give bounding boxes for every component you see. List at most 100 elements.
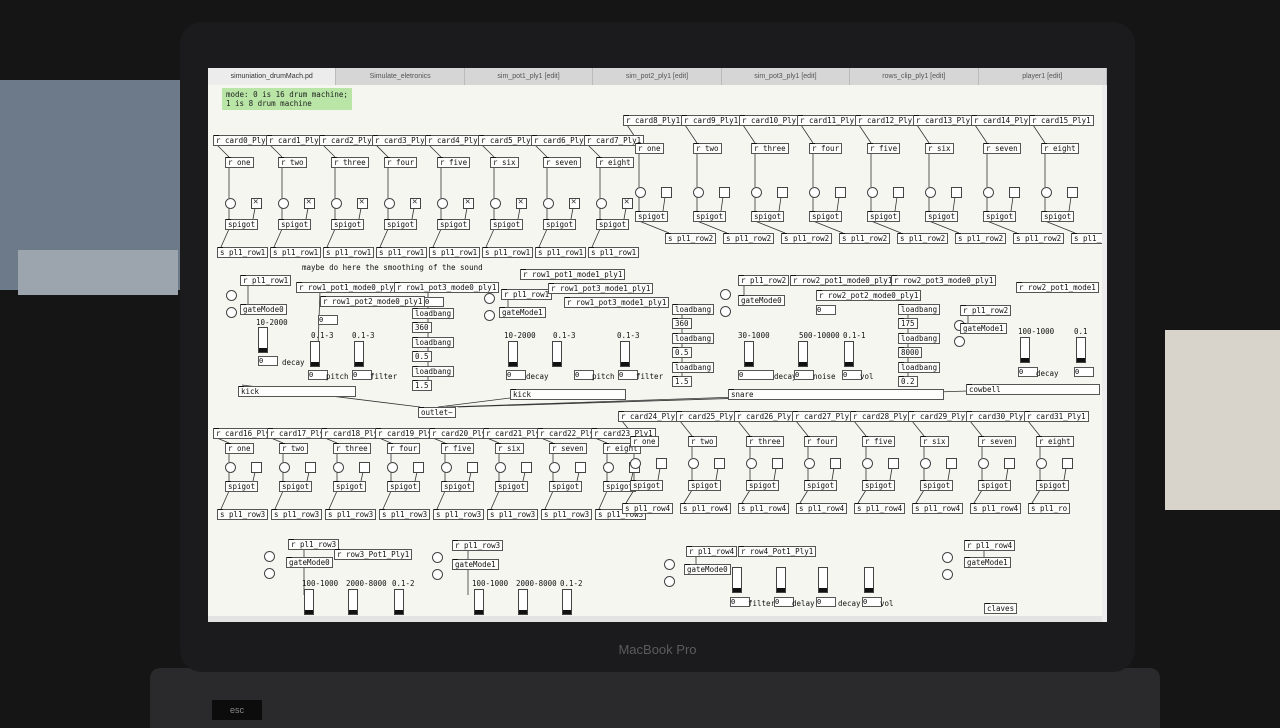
card-receive[interactable]: r card12_Ply1 bbox=[855, 115, 920, 126]
card-receive[interactable]: r card30_Ply1 bbox=[966, 411, 1031, 422]
toggle[interactable] bbox=[661, 187, 672, 198]
step-receive[interactable]: r six bbox=[495, 443, 524, 454]
spigot-object[interactable]: spigot bbox=[549, 481, 583, 492]
slider[interactable] bbox=[394, 589, 404, 615]
bang[interactable] bbox=[432, 552, 443, 563]
send-object[interactable]: s pl1_row1 bbox=[429, 247, 481, 258]
send-object[interactable]: s pl1_row2 bbox=[839, 233, 891, 244]
number-box[interactable]: 0 bbox=[424, 297, 444, 307]
send-object[interactable]: s pl1_row2 bbox=[1013, 233, 1065, 244]
spigot-object[interactable]: spigot bbox=[983, 211, 1017, 222]
step-receive[interactable]: r six bbox=[925, 143, 954, 154]
bang[interactable] bbox=[596, 198, 607, 209]
message-box[interactable]: 8000 bbox=[898, 347, 923, 358]
send-object[interactable]: s pl1_row1 bbox=[588, 247, 640, 258]
spigot-object[interactable]: spigot bbox=[225, 219, 259, 230]
bang[interactable] bbox=[279, 462, 290, 473]
cowbell-object[interactable]: cowbell bbox=[966, 384, 1100, 395]
spigot-object[interactable]: spigot bbox=[746, 480, 780, 491]
gate-mode[interactable]: gateMode0 bbox=[684, 564, 731, 575]
toggle[interactable] bbox=[946, 458, 957, 469]
delay-slider[interactable] bbox=[776, 567, 786, 593]
step-receive[interactable]: r three bbox=[333, 443, 371, 454]
toggle[interactable] bbox=[467, 462, 478, 473]
step-receive[interactable]: r two bbox=[279, 443, 308, 454]
send-object[interactable]: s pl1_row3 bbox=[325, 509, 377, 520]
number-box[interactable]: 0 bbox=[794, 370, 814, 380]
send-object[interactable]: s pl1_row3 bbox=[217, 509, 269, 520]
send-object[interactable]: s pl1_ro bbox=[1028, 503, 1071, 514]
card-receive[interactable]: r card25_Ply1 bbox=[676, 411, 741, 422]
slider[interactable] bbox=[562, 589, 572, 615]
number-box[interactable]: 0 bbox=[574, 370, 594, 380]
decay-slider[interactable] bbox=[258, 327, 268, 353]
bang[interactable] bbox=[225, 462, 236, 473]
step-receive[interactable]: r five bbox=[437, 157, 471, 168]
step-receive[interactable]: r one bbox=[630, 436, 659, 447]
receive-row2[interactable]: r pl1_row2 bbox=[960, 305, 1012, 316]
bang[interactable] bbox=[226, 307, 237, 318]
gate-mode[interactable]: gateMode1 bbox=[960, 323, 1007, 334]
bang[interactable] bbox=[226, 290, 237, 301]
outlet-object[interactable]: outlet~ bbox=[418, 407, 456, 418]
spigot-object[interactable]: spigot bbox=[804, 480, 838, 491]
step-receive[interactable]: r two bbox=[693, 143, 722, 154]
step-receive[interactable]: r five bbox=[441, 443, 475, 454]
pot3-receive[interactable]: r row1_pot3_mode0_ply1 bbox=[394, 282, 500, 293]
number-box[interactable]: 0 bbox=[618, 370, 638, 380]
bang[interactable] bbox=[942, 552, 953, 563]
tab-simulate-electronics[interactable]: Simulate_eletronics bbox=[336, 68, 465, 85]
card-receive[interactable]: r card8_Ply1 bbox=[623, 115, 684, 126]
step-receive[interactable]: r four bbox=[809, 143, 843, 154]
spigot-object[interactable]: spigot bbox=[384, 219, 418, 230]
send-object[interactable]: s pl1_row3 bbox=[271, 509, 323, 520]
card-receive[interactable]: r card9_Ply1 bbox=[681, 115, 742, 126]
bang[interactable] bbox=[804, 458, 815, 469]
tab-sim-pot2[interactable]: sim_pot2_ply1 [edit] bbox=[593, 68, 722, 85]
spigot-object[interactable]: spigot bbox=[978, 480, 1012, 491]
message-box[interactable]: 0.5 bbox=[672, 347, 692, 358]
receive-row3[interactable]: r pl1_row3 bbox=[452, 540, 504, 551]
receive-row2[interactable]: r pl1_row2 bbox=[738, 275, 790, 286]
bang[interactable] bbox=[331, 198, 342, 209]
toggle[interactable] bbox=[359, 462, 370, 473]
bang[interactable] bbox=[720, 306, 731, 317]
step-receive[interactable]: r five bbox=[867, 143, 901, 154]
pot3-receive[interactable]: r row1_pot3_mode1_ply1 bbox=[564, 297, 670, 308]
toggle[interactable] bbox=[1062, 458, 1073, 469]
bang[interactable] bbox=[693, 187, 704, 198]
bang[interactable] bbox=[441, 462, 452, 473]
number-box[interactable]: 0 bbox=[816, 305, 836, 315]
step-receive[interactable]: r eight bbox=[1041, 143, 1079, 154]
loadbang[interactable]: loadbang bbox=[672, 362, 715, 373]
pot1-receive[interactable]: r row2_pot1_mode0_ply1 bbox=[790, 275, 896, 286]
step-receive[interactable]: r four bbox=[804, 436, 838, 447]
toggle[interactable] bbox=[777, 187, 788, 198]
gate-mode[interactable]: gateMode0 bbox=[286, 557, 333, 568]
number-box[interactable]: 0 bbox=[506, 370, 526, 380]
send-object[interactable]: s pl1_row1 bbox=[535, 247, 587, 258]
number-box[interactable]: 0 bbox=[842, 370, 862, 380]
bang[interactable] bbox=[1041, 187, 1052, 198]
card-receive[interactable]: r card2_Ply1 bbox=[319, 135, 380, 146]
bang[interactable] bbox=[746, 458, 757, 469]
receive-row3[interactable]: r pl1_row3 bbox=[288, 539, 340, 550]
kick-object[interactable]: kick bbox=[510, 389, 626, 400]
spigot-object[interactable]: spigot bbox=[635, 211, 669, 222]
message-box[interactable]: 1.5 bbox=[412, 380, 432, 391]
send-object[interactable]: s pl1_row1 bbox=[482, 247, 534, 258]
pot1-receive[interactable]: r row3_Pot1_Ply1 bbox=[334, 549, 413, 560]
send-object[interactable]: s pl1_row4 bbox=[680, 503, 732, 514]
toggle[interactable] bbox=[719, 187, 730, 198]
toggle[interactable] bbox=[410, 197, 421, 209]
send-object[interactable]: s pl1_row4 bbox=[912, 503, 964, 514]
gate-mode[interactable]: gateMode0 bbox=[738, 295, 785, 306]
send-object[interactable]: s pl1_row1 bbox=[323, 247, 375, 258]
toggle[interactable] bbox=[893, 187, 904, 198]
number-box[interactable]: 0 bbox=[738, 370, 774, 380]
bang[interactable] bbox=[333, 462, 344, 473]
send-object[interactable]: s pl1_row4 bbox=[970, 503, 1022, 514]
card-receive[interactable]: r card3_Ply1 bbox=[372, 135, 433, 146]
bang[interactable] bbox=[225, 198, 236, 209]
slider[interactable] bbox=[348, 589, 358, 615]
